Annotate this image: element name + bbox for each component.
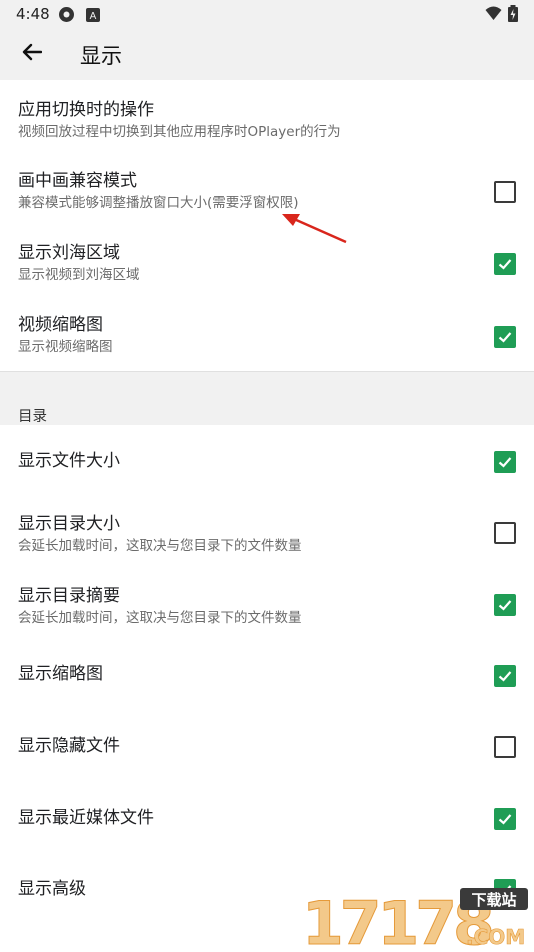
checkbox-recent-media[interactable] xyxy=(494,808,516,830)
setting-title: 显示目录摘要 xyxy=(18,586,120,606)
setting-title: 显示缩略图 xyxy=(18,664,103,684)
check-icon xyxy=(498,332,512,343)
page-title: 显示 xyxy=(80,44,122,68)
checkbox-dir-summary[interactable] xyxy=(494,594,516,616)
status-time: 4:48 xyxy=(16,5,50,23)
back-arrow-icon xyxy=(22,43,43,65)
check-icon xyxy=(498,814,512,825)
setting-row-app-switch[interactable]: 应用切换时的操作 视频回放过程中切换到其他应用程序时OPlayer的行为 xyxy=(0,80,534,151)
checkbox-video-thumb[interactable] xyxy=(494,326,516,348)
a-icon-letter: A xyxy=(90,11,97,22)
setting-row-file-size[interactable]: 显示文件大小 xyxy=(0,425,534,496)
setting-row-hidden-files[interactable]: 显示隐藏文件 xyxy=(0,710,534,782)
setting-subtitle: 会延长加载时间，这取决与您目录下的文件数量 xyxy=(18,538,302,554)
wifi-icon xyxy=(485,6,502,25)
setting-title: 显示刘海区域 xyxy=(18,243,120,263)
check-icon xyxy=(498,600,512,611)
check-icon xyxy=(498,457,512,468)
checkbox-file-size[interactable] xyxy=(494,451,516,473)
setting-row-recent-media[interactable]: 显示最近媒体文件 xyxy=(0,782,534,853)
setting-row-dir-summary[interactable]: 显示目录摘要 会延长加载时间，这取决与您目录下的文件数量 xyxy=(0,568,534,639)
checkbox-dir-size[interactable] xyxy=(494,522,516,544)
setting-title: 视频缩略图 xyxy=(18,315,103,335)
section-header-directory: 目录 xyxy=(0,371,534,426)
checkbox-notch[interactable] xyxy=(494,253,516,275)
back-button[interactable] xyxy=(12,36,52,72)
app-bar: 显示 xyxy=(0,28,534,80)
setting-title: 显示隐藏文件 xyxy=(18,736,120,756)
setting-subtitle: 显示视频缩略图 xyxy=(18,339,113,355)
setting-title: 显示最近媒体文件 xyxy=(18,808,154,828)
status-bar: 4:48 A xyxy=(0,0,534,28)
watermark-logo: 17178 下载站 .COM xyxy=(300,886,530,952)
check-icon xyxy=(498,259,512,270)
setting-row-video-thumb[interactable]: 视频缩略图 显示视频缩略图 xyxy=(0,295,534,371)
setting-subtitle: 会延长加载时间，这取决与您目录下的文件数量 xyxy=(18,610,302,626)
check-icon xyxy=(498,671,512,682)
watermark-com-text: .COM xyxy=(466,925,525,948)
setting-title: 应用切换时的操作 xyxy=(18,100,154,120)
a-status-icon: A xyxy=(86,7,100,22)
setting-title: 显示目录大小 xyxy=(18,514,120,534)
section-label: 目录 xyxy=(18,409,47,425)
setting-title: 显示文件大小 xyxy=(18,451,120,471)
setting-subtitle: 显示视频到刘海区域 xyxy=(18,267,140,283)
setting-title: 画中画兼容模式 xyxy=(18,171,137,191)
setting-row-dir-size[interactable]: 显示目录大小 会延长加载时间，这取决与您目录下的文件数量 xyxy=(0,496,534,568)
setting-row-thumbnails[interactable]: 显示缩略图 xyxy=(0,639,534,710)
setting-title: 显示高级 xyxy=(18,879,86,899)
setting-subtitle: 兼容模式能够调整播放窗口大小(需要浮窗权限) xyxy=(18,195,299,211)
settings-icon xyxy=(58,6,75,27)
battery-charging-icon xyxy=(508,5,518,26)
settings-list: 应用切换时的操作 视频回放过程中切换到其他应用程序时OPlayer的行为 画中画… xyxy=(0,80,534,931)
setting-row-pip-compat[interactable]: 画中画兼容模式 兼容模式能够调整播放窗口大小(需要浮窗权限) xyxy=(0,151,534,223)
checkbox-hidden-files[interactable] xyxy=(494,736,516,758)
watermark-tag-text: 下载站 xyxy=(471,891,516,909)
checkbox-pip-compat[interactable] xyxy=(494,181,516,203)
setting-subtitle: 视频回放过程中切换到其他应用程序时OPlayer的行为 xyxy=(18,124,341,140)
checkbox-thumbnails[interactable] xyxy=(494,665,516,687)
setting-row-notch[interactable]: 显示刘海区域 显示视频到刘海区域 xyxy=(0,223,534,295)
